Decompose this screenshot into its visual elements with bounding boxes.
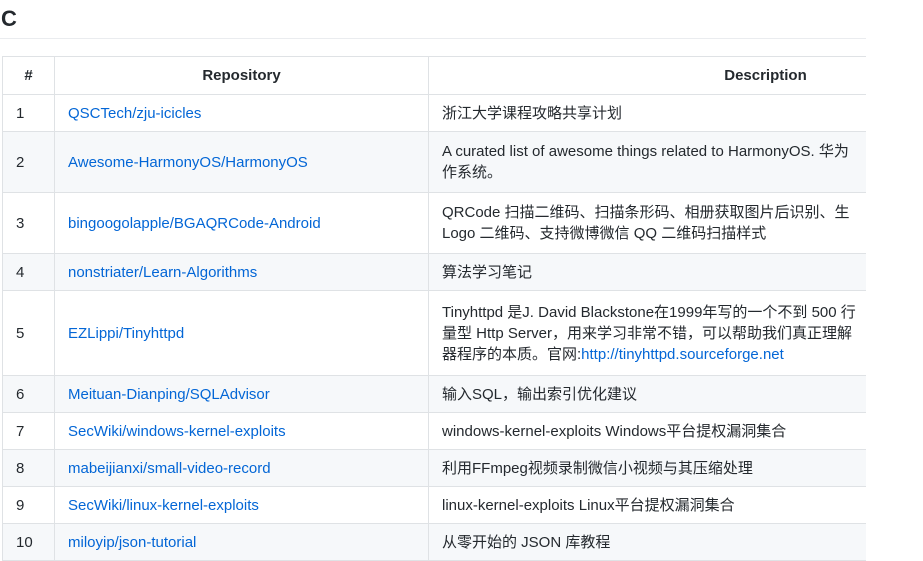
website-link[interactable]: http://tinyhttpd.sourceforge.net [581,346,784,363]
repository-table-container[interactable]: # Repository Description 1 QSCTech/zju-i… [2,56,866,561]
repo-link[interactable]: SecWiki/linux-kernel-exploits [68,497,259,514]
repo-cell: SecWiki/linux-kernel-exploits [54,486,429,524]
repo-cell: Meituan-Dianping/SQLAdvisor [54,375,429,413]
description-text: windows-kernel-exploits Windows平台提权漏洞集合 [442,422,787,440]
page: C # Repository Description 1 QSCTech/zju… [0,0,923,561]
row-number: 5 [2,290,55,376]
row-number: 9 [2,486,55,524]
table-row: 7 SecWiki/windows-kernel-exploits window… [2,412,866,450]
table-row: 1 QSCTech/zju-icicles 浙江大学课程攻略共享计划 [2,94,866,132]
description-text: 输入SQL，输出索引优化建议 [442,385,638,403]
header-number: # [2,56,55,95]
header-description: Description [428,56,866,95]
description-text: 器程序的本质。官网: [442,345,582,363]
description-cell: QRCode 扫描二维码、扫描条形码、相册获取图片后识别、生 Logo 二维码、… [428,192,866,254]
description-text: 浙江大学课程攻略共享计划 [442,104,623,122]
description-text: linux-kernel-exploits Linux平台提权漏洞集合 [442,496,735,514]
row-number: 1 [2,94,55,132]
description-text: 从零开始的 JSON 库教程 [442,533,611,551]
description-cell: windows-kernel-exploits Windows平台提权漏洞集合 [428,412,866,450]
repo-link[interactable]: mabeijianxi/small-video-record [68,460,271,477]
table-row: 10 miloyip/json-tutorial 从零开始的 JSON 库教程 [2,523,866,561]
row-number: 10 [2,523,55,561]
repo-link[interactable]: SecWiki/windows-kernel-exploits [68,423,286,440]
table-row: 8 mabeijianxi/small-video-record 利用FFmpe… [2,449,866,487]
repo-cell: QSCTech/zju-icicles [54,94,429,132]
repository-table: # Repository Description 1 QSCTech/zju-i… [2,56,866,561]
description-cell: A curated list of awesome things related… [428,131,866,193]
row-number: 4 [2,253,55,291]
description-cell: Tinyhttpd 是J. David Blackstone在1999年写的一个… [428,290,866,376]
description-cell: linux-kernel-exploits Linux平台提权漏洞集合 [428,486,866,524]
description-line: Tinyhttpd 是J. David Blackstone在1999年写的一个… [442,303,856,321]
repo-link[interactable]: miloyip/json-tutorial [68,534,196,551]
description-cell: 输入SQL，输出索引优化建议 [428,375,866,413]
description-text: 利用FFmpeg视频录制微信小视频与其压缩处理 [442,459,753,477]
repo-link[interactable]: Meituan-Dianping/SQLAdvisor [68,386,270,403]
row-number: 6 [2,375,55,413]
description-line: 器程序的本质。官网:http://tinyhttpd.sourceforge.n… [442,344,866,365]
repo-cell: SecWiki/windows-kernel-exploits [54,412,429,450]
table-header-row: # Repository Description [2,56,866,95]
repo-cell: bingoogolapple/BGAQRCode-Android [54,192,429,254]
description-line: A curated list of awesome things related… [442,143,849,160]
description-line: 作系统。 [442,164,503,181]
table-row: 6 Meituan-Dianping/SQLAdvisor 输入SQL，输出索引… [2,375,866,413]
row-number: 3 [2,192,55,254]
header-repository: Repository [54,56,429,95]
row-number: 7 [2,412,55,450]
repo-cell: mabeijianxi/small-video-record [54,449,429,487]
repo-link[interactable]: EZLippi/Tinyhttpd [68,325,184,342]
description-cell: 从零开始的 JSON 库教程 [428,523,866,561]
description-cell: 利用FFmpeg视频录制微信小视频与其压缩处理 [428,449,866,487]
repo-cell: nonstriater/Learn-Algorithms [54,253,429,291]
table-row: 2 Awesome-HarmonyOS/HarmonyOS A curated … [2,131,866,193]
description-text: 算法学习笔记 [442,263,533,281]
table-row: 5 EZLippi/Tinyhttpd Tinyhttpd 是J. David … [2,290,866,376]
description-cell: 浙江大学课程攻略共享计划 [428,94,866,132]
repo-cell: Awesome-HarmonyOS/HarmonyOS [54,131,429,193]
section-heading: C [0,5,866,39]
repo-link[interactable]: QSCTech/zju-icicles [68,105,201,122]
repo-link[interactable]: Awesome-HarmonyOS/HarmonyOS [68,154,308,171]
description-line: QRCode 扫描二维码、扫描条形码、相册获取图片后识别、生 [442,204,850,221]
table-row: 9 SecWiki/linux-kernel-exploits linux-ke… [2,486,866,524]
row-number: 2 [2,131,55,193]
description-line: Logo 二维码、支持微博微信 QQ 二维码扫描样式 [442,225,767,242]
table-row: 4 nonstriater/Learn-Algorithms 算法学习笔记 [2,253,866,291]
repo-cell: EZLippi/Tinyhttpd [54,290,429,376]
description-line: 量型 Http Server，用来学习非常不错，可以帮助我们真正理解 [442,324,853,342]
repo-link[interactable]: bingoogolapple/BGAQRCode-Android [68,215,321,232]
description-cell: 算法学习笔记 [428,253,866,291]
repo-cell: miloyip/json-tutorial [54,523,429,561]
row-number: 8 [2,449,55,487]
table-row: 3 bingoogolapple/BGAQRCode-Android QRCod… [2,192,866,254]
repo-link[interactable]: nonstriater/Learn-Algorithms [68,264,257,281]
